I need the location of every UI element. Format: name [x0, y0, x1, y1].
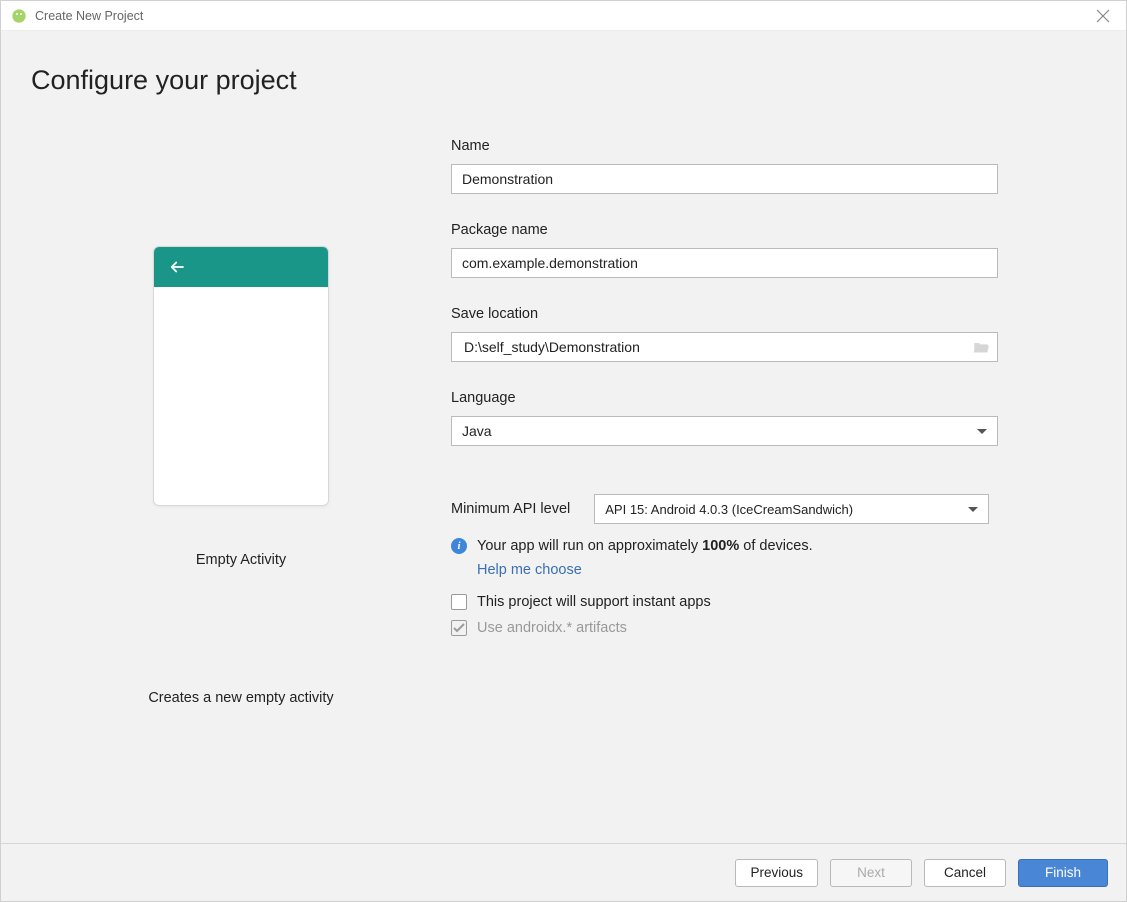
right-pane: Name Package name Save location: [451, 138, 1096, 843]
titlebar: Create New Project: [1, 1, 1126, 31]
package-name-input[interactable]: [451, 248, 998, 278]
language-select[interactable]: Java: [451, 416, 998, 446]
androidx-checkbox: [451, 620, 467, 636]
device-info-prefix: Your app will run on approximately: [477, 538, 702, 554]
device-info-percent: 100%: [702, 538, 739, 554]
androidx-row: Use androidx.* artifacts: [451, 620, 1028, 636]
package-name-label: Package name: [451, 222, 1028, 238]
device-coverage-info: i Your app will run on approximately 100…: [451, 538, 1028, 554]
finish-button[interactable]: Finish: [1018, 859, 1108, 887]
min-api-label: Minimum API level: [451, 501, 570, 517]
close-icon[interactable]: [1096, 9, 1110, 23]
preview-label: Empty Activity: [196, 552, 286, 568]
page-title: Configure your project: [31, 65, 1096, 96]
preview-appbar: [154, 247, 328, 287]
window-title: Create New Project: [35, 9, 143, 23]
chevron-down-icon: [977, 429, 987, 434]
help-me-choose-link[interactable]: Help me choose: [477, 562, 1028, 578]
body: Empty Activity Creates a new empty activ…: [31, 138, 1096, 843]
min-api-select[interactable]: API 15: Android 4.0.3 (IceCreamSandwich): [594, 494, 989, 524]
instant-apps-row[interactable]: This project will support instant apps: [451, 594, 1028, 610]
info-icon: i: [451, 538, 467, 554]
preview-description: Creates a new empty activity: [148, 690, 333, 706]
language-label: Language: [451, 390, 1028, 406]
name-label: Name: [451, 138, 1028, 154]
cancel-button[interactable]: Cancel: [924, 859, 1006, 887]
save-location-input[interactable]: [462, 338, 973, 356]
save-location-field[interactable]: [451, 332, 998, 362]
left-pane: Empty Activity Creates a new empty activ…: [31, 138, 451, 843]
content: Configure your project Empty Activity Cr…: [1, 31, 1126, 843]
footer: Previous Next Cancel Finish: [1, 843, 1126, 901]
device-info-suffix: of devices.: [739, 538, 812, 554]
back-arrow-icon: [168, 258, 186, 276]
previous-button[interactable]: Previous: [735, 859, 818, 887]
instant-apps-checkbox[interactable]: [451, 594, 467, 610]
android-studio-icon: [11, 8, 27, 24]
name-input[interactable]: [451, 164, 998, 194]
activity-preview: [153, 246, 329, 506]
androidx-label: Use androidx.* artifacts: [477, 620, 627, 636]
save-location-label: Save location: [451, 306, 1028, 322]
window: Create New Project Configure your projec…: [0, 0, 1127, 902]
chevron-down-icon: [968, 507, 978, 512]
browse-folder-icon[interactable]: [973, 340, 989, 354]
min-api-value: API 15: Android 4.0.3 (IceCreamSandwich): [605, 502, 853, 517]
next-button: Next: [830, 859, 912, 887]
instant-apps-label: This project will support instant apps: [477, 594, 711, 610]
language-value: Java: [462, 423, 492, 439]
